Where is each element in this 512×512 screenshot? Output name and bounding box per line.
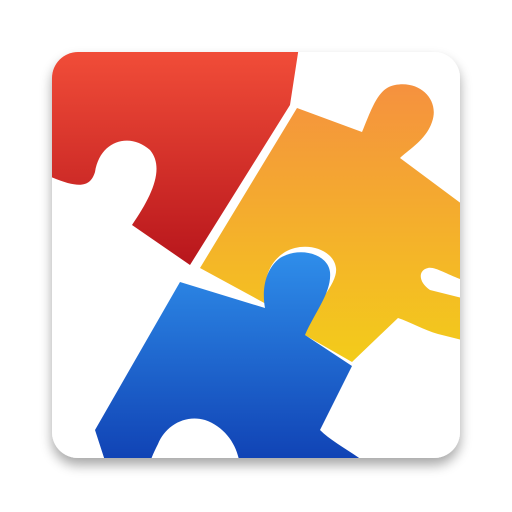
app-icon (0, 0, 512, 512)
puzzle-icon (52, 52, 460, 458)
